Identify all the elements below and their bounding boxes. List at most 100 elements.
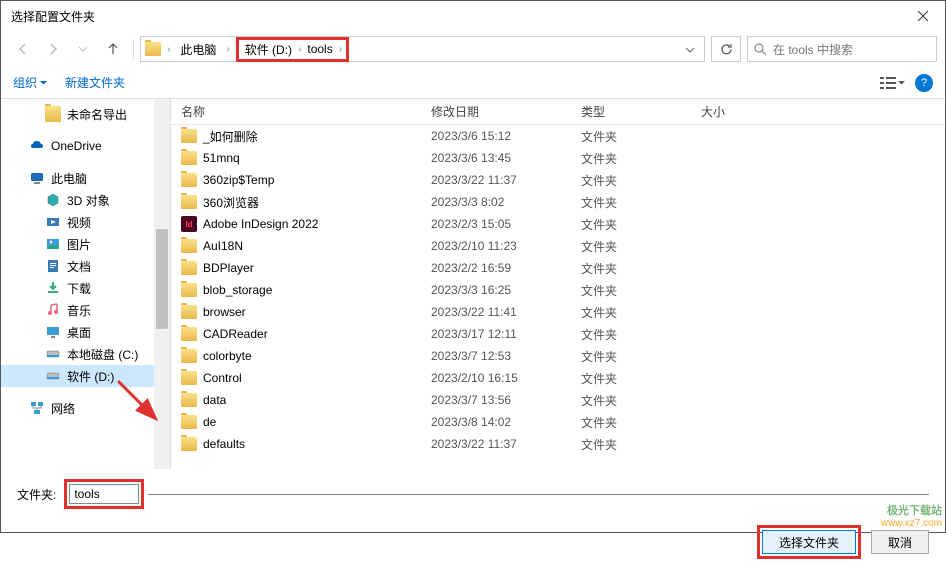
sidebar-scrollbar[interactable] [154,99,170,469]
folder-icon [181,129,197,143]
tree-item-label: 网络 [51,400,75,417]
tree-item[interactable]: 3D 对象 [1,189,170,211]
file-type: 文件夹 [581,370,701,387]
recent-dropdown[interactable] [69,37,97,61]
file-name: data [203,393,226,407]
list-item[interactable]: BDPlayer2023/2/2 16:59文件夹 [171,257,945,279]
file-name: BDPlayer [203,261,254,275]
file-type: 文件夹 [581,216,701,233]
crumb-drive[interactable]: 软件 (D:) [241,41,296,58]
file-name: de [203,415,216,429]
tree-item[interactable]: 桌面 [1,321,170,343]
file-type: 文件夹 [581,150,701,167]
file-type: 文件夹 [581,436,701,453]
window-title: 选择配置文件夹 [11,8,95,25]
file-date: 2023/3/3 16:25 [431,283,581,297]
tree-item[interactable]: 未命名导出 [1,103,170,125]
file-type: 文件夹 [581,128,701,145]
tree-item[interactable]: 此电脑 [1,167,170,189]
folder-name-input[interactable] [69,484,139,504]
folder-label: 文件夹: [17,486,56,503]
tree-item[interactable]: 视频 [1,211,170,233]
indesign-icon: Id [181,216,197,232]
file-type: 文件夹 [581,194,701,211]
chevron-right-icon: › [296,44,303,55]
list-header: 名称 修改日期 类型 大小 [171,99,945,125]
sidebar: 未命名导出 OneDrive 此电脑 3D 对象视频图片文档下载音乐桌面本地磁盘 (C… [1,99,171,469]
list-item[interactable]: de2023/3/8 14:02文件夹 [171,411,945,433]
button-row: 选择文件夹 取消 [17,525,929,559]
list-item[interactable]: 51mnq2023/3/6 13:45文件夹 [171,147,945,169]
folder-icon [181,283,197,297]
list-item[interactable]: colorbyte2023/3/7 12:53文件夹 [171,345,945,367]
list-item[interactable]: data2023/3/7 13:56文件夹 [171,389,945,411]
file-name: 51mnq [203,151,240,165]
file-type: 文件夹 [581,282,701,299]
view-options-button[interactable] [880,77,905,89]
tree-item-label: 3D 对象 [67,192,110,209]
address-dropdown-icon[interactable] [680,42,700,56]
file-name: 360zip$Temp [203,173,274,187]
tree-item[interactable]: 本地磁盘 (C:) [1,343,170,365]
file-type: 文件夹 [581,414,701,431]
new-folder-button[interactable]: 新建文件夹 [65,74,125,91]
back-button[interactable] [9,37,37,61]
search-icon [754,43,767,56]
forward-button[interactable] [39,37,67,61]
col-header-type[interactable]: 类型 [581,103,701,120]
folder-icon [181,327,197,341]
list-item[interactable]: AuI18N2023/2/10 11:23文件夹 [171,235,945,257]
address-bar[interactable]: › 此电脑 › 软件 (D:) › tools › [140,36,705,62]
file-date: 2023/2/10 16:15 [431,371,581,385]
file-type: 文件夹 [581,172,701,189]
tree-item[interactable]: 文档 [1,255,170,277]
cancel-button[interactable]: 取消 [871,530,929,554]
file-name: 360浏览器 [203,194,259,211]
tree-item-label: 此电脑 [51,170,87,187]
tree-item-label: 视频 [67,214,91,231]
list-item[interactable]: IdAdobe InDesign 20222023/2/3 15:05文件夹 [171,213,945,235]
crumb-root[interactable]: 此电脑 [176,41,220,58]
tree-item[interactable]: 下载 [1,277,170,299]
folder-icon [181,393,197,407]
list-item[interactable]: defaults 2023/3/22 11:37文件夹 [171,433,945,455]
folder-icon [181,151,197,165]
refresh-button[interactable] [711,36,741,62]
up-button[interactable] [99,37,127,61]
file-type: 文件夹 [581,348,701,365]
col-header-size[interactable]: 大小 [701,103,781,120]
tree-item[interactable]: 软件 (D:) [1,365,170,387]
help-button[interactable]: ? [915,74,933,92]
tree-item[interactable]: 网络 [1,397,170,419]
tree-item[interactable]: 音乐 [1,299,170,321]
scrollbar-thumb[interactable] [156,229,168,329]
organize-menu[interactable]: 组织 [13,74,47,91]
file-type: 文件夹 [581,260,701,277]
search-box[interactable]: 在 tools 中搜索 [747,36,937,62]
close-button[interactable] [900,1,945,31]
folder-icon [181,195,197,209]
file-name: colorbyte [203,349,252,363]
file-name: AuI18N [203,239,243,253]
crumb-folder[interactable]: tools [303,42,336,56]
folder-icon [181,415,197,429]
folder-icon [145,42,161,56]
list-item[interactable]: 360zip$Temp2023/3/22 11:37文件夹 [171,169,945,191]
tree-item[interactable]: OneDrive [1,135,170,157]
select-folder-button[interactable]: 选择文件夹 [762,530,856,554]
tree-item[interactable]: 图片 [1,233,170,255]
list-item[interactable]: blob_storage2023/3/3 16:25文件夹 [171,279,945,301]
list-item[interactable]: Control2023/2/10 16:15文件夹 [171,367,945,389]
list-item[interactable]: 360浏览器2023/3/3 8:02文件夹 [171,191,945,213]
folder-icon [181,371,197,385]
list-item[interactable]: CADReader2023/3/17 12:11文件夹 [171,323,945,345]
file-date: 2023/3/22 11:37 [431,437,581,451]
list-item[interactable]: browser2023/3/22 11:41文件夹 [171,301,945,323]
col-header-name[interactable]: 名称 [181,103,431,120]
file-type: 文件夹 [581,304,701,321]
file-name: defaults [203,437,245,451]
toolbar: 组织 新建文件夹 ? [1,67,945,99]
col-header-date[interactable]: 修改日期 [431,103,581,120]
list-item[interactable]: _如何删除2023/3/6 15:12文件夹 [171,125,945,147]
folder-icon [181,239,197,253]
